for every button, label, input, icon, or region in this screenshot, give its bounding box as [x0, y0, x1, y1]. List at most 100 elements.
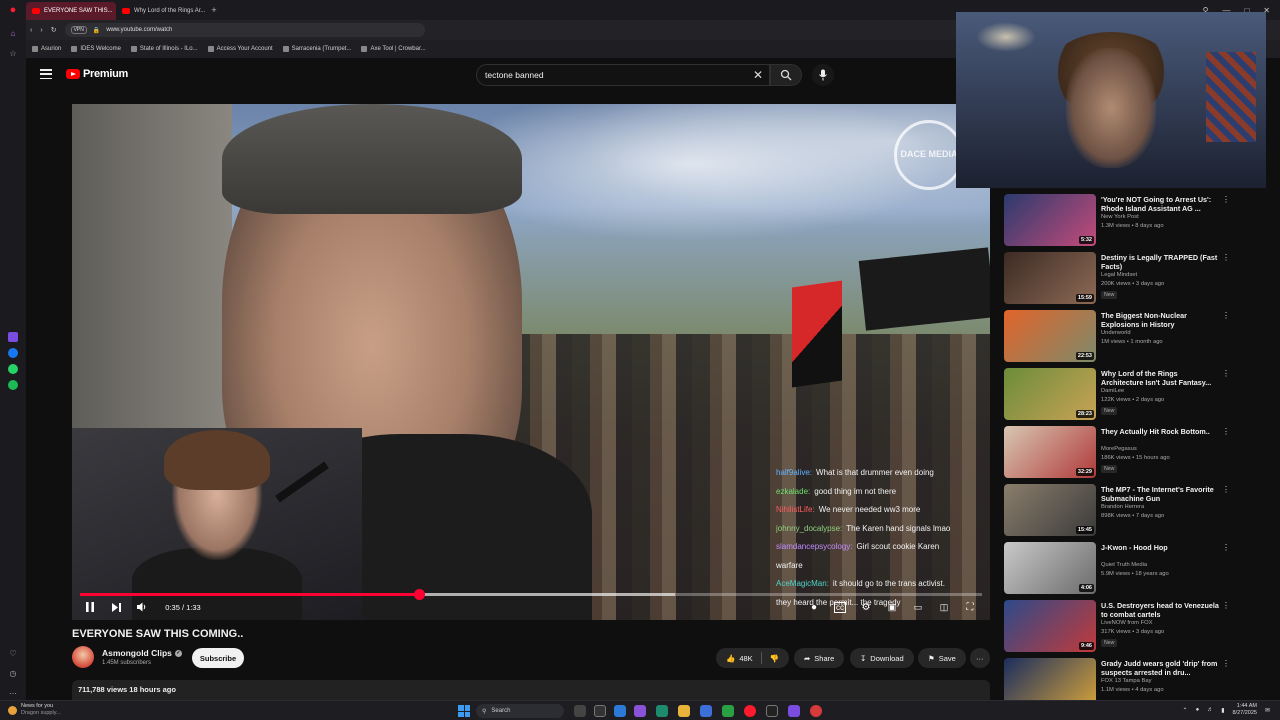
description-box[interactable]: 711,788 views 18 hours ago	[72, 680, 990, 700]
recommendation-channel[interactable]: Brandon Herrera	[1101, 504, 1144, 510]
more-options-icon[interactable]: ⋮	[1222, 195, 1230, 204]
recommendation-item[interactable]: 5:32 'You're NOT Going to Arrest Us': Rho…	[1004, 192, 1234, 250]
xbox-icon[interactable]	[722, 705, 734, 717]
bookmark-illinois[interactable]: State of Illinois - ILo...	[130, 46, 198, 52]
search-button[interactable]	[770, 64, 802, 86]
task-view-icon[interactable]	[594, 705, 606, 717]
file-explorer-icon[interactable]	[678, 705, 690, 717]
aria-icon[interactable]	[8, 332, 18, 342]
steam-icon[interactable]	[766, 705, 778, 717]
more-options-icon[interactable]: ⋮	[1222, 253, 1230, 262]
recommendation-channel[interactable]: Underworld	[1101, 330, 1131, 336]
more-options-icon[interactable]: ⋮	[1222, 369, 1230, 378]
taskbar-search[interactable]: ⚲ Search	[476, 704, 564, 718]
edge-icon[interactable]	[614, 705, 626, 717]
edge-browser-icon[interactable]	[656, 705, 668, 717]
subscribe-button[interactable]: Subscribe	[192, 648, 244, 668]
more-options-icon[interactable]: ⋮	[1222, 543, 1230, 552]
bookmark-asurion[interactable]: Asurion	[32, 46, 61, 52]
discord-icon[interactable]	[788, 705, 800, 717]
more-icon[interactable]: ⋯	[6, 686, 20, 700]
search-input[interactable]: tectone banned ✕	[476, 64, 770, 86]
recommendation-channel[interactable]: FOX 13 Tampa Bay	[1101, 678, 1151, 684]
recommendation-channel[interactable]: New York Post	[1101, 214, 1139, 220]
url-field[interactable]: VPN 🔒 www.youtube.com/watch	[64, 23, 425, 37]
spotify-icon[interactable]	[8, 380, 18, 390]
recommendation-title[interactable]: They Actually Hit Rock Bottom..	[1101, 427, 1219, 436]
recommendation-channel[interactable]: DamiLee	[1101, 388, 1124, 394]
teams-icon[interactable]	[634, 705, 646, 717]
notification-icon[interactable]: ✉	[1265, 707, 1270, 714]
thumbnail[interactable]: 5:32	[1004, 194, 1096, 246]
avatar[interactable]	[72, 646, 94, 668]
recommendation-title[interactable]: 'You're NOT Going to Arrest Us': Rhode I…	[1101, 195, 1219, 213]
recommendation-item[interactable]: 28:23 Why Lord of the Rings Architecture …	[1004, 366, 1234, 424]
thumbnail[interactable]: 4:06	[1004, 542, 1096, 594]
thumbnail[interactable]: 32:29	[1004, 426, 1096, 478]
battery-icon[interactable]: ▮	[1221, 707, 1224, 714]
more-options-icon[interactable]: ⋮	[1222, 601, 1230, 610]
recommendation-channel[interactable]: MorePegasus	[1101, 446, 1137, 452]
recommendation-channel[interactable]: Legal Mindset	[1101, 272, 1137, 278]
speaker-icon[interactable]: ♬	[1207, 707, 1213, 713]
more-options-icon[interactable]: ⋮	[1222, 659, 1230, 668]
tab-lotr[interactable]: Why Lord of the Rings Ar...	[116, 2, 206, 20]
recommendation-title[interactable]: J-Kwon - Hood Hop	[1101, 543, 1219, 552]
volume-button[interactable]	[134, 598, 150, 616]
chevron-up-icon[interactable]: ⌃	[1183, 707, 1188, 714]
recommendation-item[interactable]: 15:59 Destiny is Legally TRAPPED (Fast Fa…	[1004, 250, 1234, 308]
recommendation-title[interactable]: The Biggest Non-Nuclear Explosions in Hi…	[1101, 311, 1219, 329]
clock[interactable]: 1:44 AM 8/27/2025	[1233, 703, 1257, 717]
recommendation-item[interactable]: 32:29 They Actually Hit Rock Bottom.. More…	[1004, 424, 1234, 482]
start-button[interactable]	[458, 705, 470, 717]
star-icon[interactable]: ☆	[6, 46, 20, 60]
more-options-icon[interactable]: ⋮	[1222, 427, 1230, 436]
recommendation-title[interactable]: U.S. Destroyers head to Venezuela to com…	[1101, 601, 1219, 619]
youtube-logo[interactable]: Premium	[66, 68, 128, 80]
thumbnail[interactable]: 15:45	[1004, 484, 1096, 536]
thumbnail[interactable]: 9:46	[1004, 600, 1096, 652]
home-icon[interactable]: ⌂	[6, 26, 20, 40]
opera-icon[interactable]	[744, 705, 756, 717]
bookmark-ides[interactable]: IDES Welcome	[71, 46, 121, 52]
recommendation-title[interactable]: Destiny is Legally TRAPPED (Fast Facts)	[1101, 253, 1219, 271]
clear-search-icon[interactable]: ✕	[753, 68, 763, 82]
recommendation-channel[interactable]: LiveNOW from FOX	[1101, 620, 1153, 626]
forward-icon[interactable]: ›	[40, 27, 42, 34]
reload-icon[interactable]: ↻	[51, 26, 57, 34]
save-button[interactable]: ⚑ Save	[918, 648, 966, 668]
like-button[interactable]: 👍 48K 👎	[716, 648, 790, 668]
more-actions-button[interactable]: ···	[970, 648, 990, 668]
voice-search-button[interactable]	[812, 64, 834, 86]
recommendation-item[interactable]: 22:53 The Biggest Non-Nuclear Explosions …	[1004, 308, 1234, 366]
opera-logo-icon[interactable]: ●	[0, 0, 26, 20]
vpn-badge[interactable]: VPN	[70, 26, 87, 34]
history-icon[interactable]: ◷	[6, 666, 20, 680]
whatsapp-icon[interactable]	[8, 364, 18, 374]
next-button[interactable]	[108, 598, 124, 616]
wifi-icon[interactable]: ●	[1196, 707, 1200, 713]
bookmark-sarracenia[interactable]: Sarracenia (Trumpet...	[282, 46, 351, 52]
messenger-icon[interactable]	[8, 348, 18, 358]
recommendation-item[interactable]: 4:06 J-Kwon - Hood Hop Quiet Truth Media 5.…	[1004, 540, 1234, 598]
more-options-icon[interactable]: ⋮	[1222, 485, 1230, 494]
recommendation-channel[interactable]: Quiet Truth Media	[1101, 562, 1147, 568]
recommendation-title[interactable]: Why Lord of the Rings Architecture Isn't…	[1101, 369, 1219, 387]
heart-icon[interactable]: ♡	[6, 646, 20, 660]
recommendation-item[interactable]: 15:45 The MP7 - The Internet's Favorite S…	[1004, 482, 1234, 540]
share-button[interactable]: ➦ Share	[794, 648, 845, 668]
menu-icon[interactable]	[40, 69, 52, 79]
new-tab-button[interactable]: +	[206, 5, 222, 15]
bookmark-axe-tool[interactable]: Axe Tool | Crowbar...	[361, 46, 426, 52]
thumbnail[interactable]: 15:59	[1004, 252, 1096, 304]
app-icon[interactable]	[810, 705, 822, 717]
download-button[interactable]: ↧ Download	[850, 648, 914, 668]
recommendation-title[interactable]: Grady Judd wears gold 'drip' from suspec…	[1101, 659, 1219, 677]
tab-active[interactable]: EVERYONE SAW THIS...	[26, 2, 116, 20]
copilot-icon[interactable]	[574, 705, 586, 717]
recommendation-item[interactable]: 9:46 U.S. Destroyers head to Venezuela to…	[1004, 598, 1234, 656]
thumbnail[interactable]: 28:23	[1004, 368, 1096, 420]
channel-name[interactable]: Asmongold Clips ✓	[102, 648, 182, 658]
more-options-icon[interactable]: ⋮	[1222, 311, 1230, 320]
recommendation-title[interactable]: The MP7 - The Internet's Favorite Submac…	[1101, 485, 1219, 503]
